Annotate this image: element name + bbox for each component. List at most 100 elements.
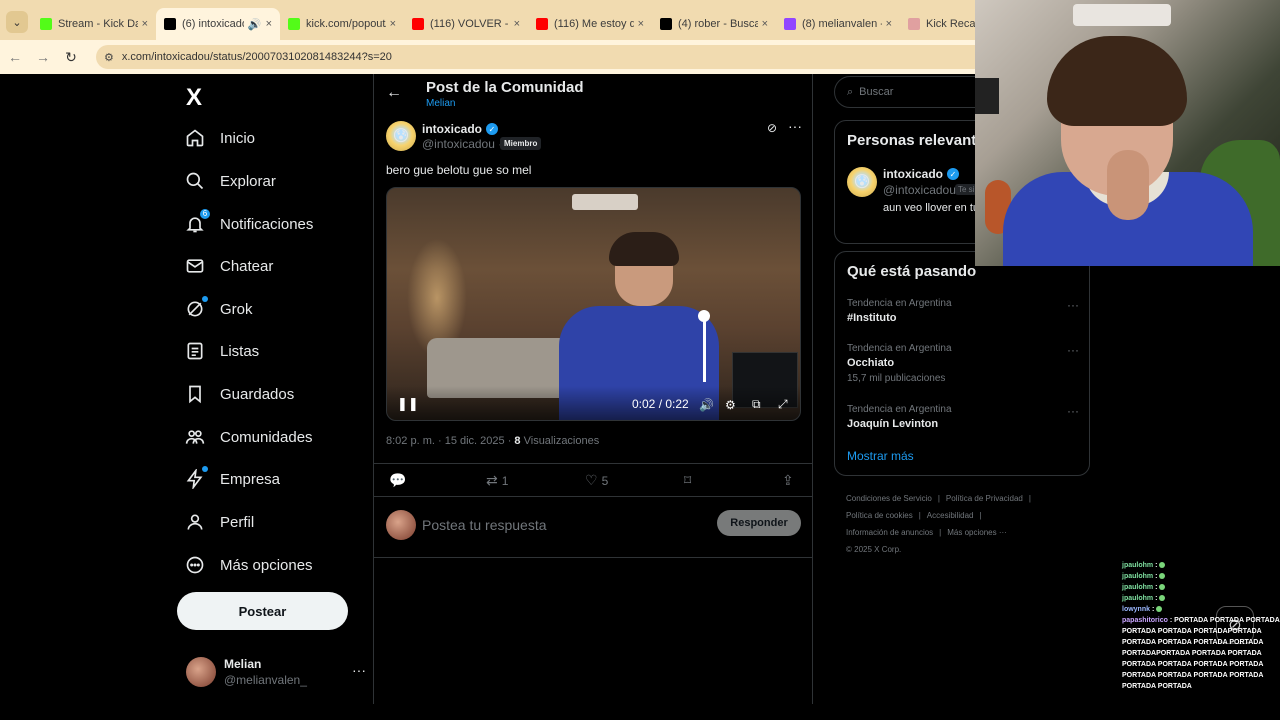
- relevant-user-name[interactable]: intoxicado ✓: [883, 167, 960, 181]
- close-icon[interactable]: ×: [762, 18, 768, 30]
- footer-link[interactable]: Política de cookies: [846, 511, 913, 520]
- reply-submit-button[interactable]: Responder: [717, 510, 801, 536]
- back-arrow-icon[interactable]: ←: [386, 84, 402, 102]
- card-title: Qué está pasando: [847, 263, 977, 280]
- audio-icon[interactable]: 🔊: [248, 18, 262, 31]
- footer-link[interactable]: Más opciones ···: [947, 528, 1007, 537]
- close-icon[interactable]: ×: [886, 18, 892, 30]
- author-avatar[interactable]: 😰: [847, 167, 877, 197]
- webcam-poster: [975, 78, 999, 114]
- nav-item-inicio[interactable]: Inicio: [184, 120, 255, 156]
- nav-item-comunidades[interactable]: Comunidades: [184, 419, 313, 455]
- post-meta: 8:02 p. m. · 15 dic. 2025 · 8 Visualizac…: [386, 435, 600, 447]
- volume-slider-knob[interactable]: [698, 310, 710, 322]
- more-icon[interactable]: ···: [1067, 343, 1079, 357]
- emote-icon: [1159, 595, 1166, 602]
- trend-item[interactable]: Tendencia en Argentina Joaquín Levinton ··…: [847, 404, 1079, 430]
- volume-slider[interactable]: [703, 312, 706, 382]
- close-icon[interactable]: ×: [142, 18, 148, 30]
- x-logo[interactable]: X: [186, 84, 202, 112]
- share-button[interactable]: ⇪: [782, 472, 794, 489]
- chat-username[interactable]: lowynnk: [1122, 606, 1150, 613]
- show-more-link[interactable]: Mostrar más: [847, 449, 914, 463]
- nav-item-notificaciones[interactable]: 6 Notificaciones: [184, 206, 313, 242]
- chat-username[interactable]: jpaulohm: [1122, 562, 1153, 569]
- member-badge: Miembro: [500, 137, 542, 150]
- browser-tab[interactable]: kick.com/popout/me ×: [280, 8, 404, 40]
- reload-button[interactable]: ↻: [64, 49, 78, 66]
- more-icon[interactable]: ···: [788, 118, 802, 134]
- chat-username[interactable]: jpaulohm: [1122, 595, 1153, 602]
- more-icon[interactable]: ···: [1067, 298, 1079, 312]
- community-link[interactable]: Melian: [426, 98, 455, 109]
- repost-button[interactable]: ⇄ 1: [486, 472, 508, 489]
- chat-message: papashitorico : PORTADA PORTADA PORTADA …: [1122, 617, 1280, 690]
- chat-username[interactable]: jpaulohm: [1122, 573, 1153, 580]
- nav-item-listas[interactable]: Listas: [184, 333, 259, 369]
- author-handle[interactable]: @intoxicadou ·: [422, 137, 502, 151]
- chat-username[interactable]: papashitorico: [1122, 617, 1168, 624]
- forward-button[interactable]: →: [36, 49, 50, 65]
- volume-icon[interactable]: 🔊: [699, 398, 714, 412]
- nav-item-chatear[interactable]: Chatear: [184, 248, 273, 284]
- address-bar[interactable]: ⚙ x.com/intoxicadou/status/2000703102081…: [96, 45, 996, 69]
- trend-item[interactable]: Tendencia en Argentina Occhiato 15,7 mil p…: [847, 343, 1079, 384]
- bookmark-button[interactable]: ⌑: [684, 472, 691, 489]
- nav-item-perfil[interactable]: Perfil: [184, 504, 254, 540]
- nav-item-guardados[interactable]: Guardados: [184, 376, 294, 412]
- post-button[interactable]: Postear: [177, 592, 348, 630]
- close-icon[interactable]: ×: [514, 18, 520, 30]
- view-count: 8: [514, 435, 521, 447]
- home-icon: [184, 127, 206, 149]
- footer-link[interactable]: © 2025 X Corp.: [846, 545, 901, 554]
- nav-item-explorar[interactable]: Explorar: [184, 163, 276, 199]
- bookmark-icon: [184, 383, 206, 405]
- footer-link[interactable]: Información de anuncios: [846, 528, 933, 537]
- site-info-icon[interactable]: ⚙: [104, 51, 114, 64]
- more-icon[interactable]: ···: [352, 662, 366, 678]
- popout-icon[interactable]: ⧉: [752, 397, 761, 412]
- more-icon[interactable]: ···: [1067, 404, 1079, 418]
- account-switcher[interactable]: Melian @melianvalen_ ···: [186, 652, 366, 692]
- trend-name: #Instituto: [847, 312, 897, 324]
- browser-tab[interactable]: (116) VOLVER - Tainy ×: [404, 8, 528, 40]
- nav-item-grok[interactable]: Grok: [184, 291, 253, 327]
- post-time[interactable]: 8:02 p. m.: [386, 435, 435, 447]
- chat-username[interactable]: jpaulohm: [1122, 584, 1153, 591]
- footer-link[interactable]: Política de Privacidad: [946, 494, 1023, 503]
- back-button[interactable]: ←: [8, 49, 22, 65]
- relevant-user-name-text: intoxicado: [883, 167, 944, 181]
- reply-button[interactable]: 💬: [389, 472, 410, 489]
- post-date[interactable]: 15 dic. 2025: [445, 435, 505, 447]
- browser-tab[interactable]: (8) melianvalen - Adm ×: [776, 8, 900, 40]
- nav-item-empresa[interactable]: Empresa: [184, 461, 280, 497]
- pause-icon[interactable]: ❚❚: [397, 396, 419, 412]
- relevant-user-handle[interactable]: @intoxicadou: [883, 183, 956, 197]
- author-avatar[interactable]: 😰: [386, 121, 416, 151]
- close-icon[interactable]: ×: [638, 18, 644, 30]
- person-icon: [184, 511, 206, 533]
- settings-icon[interactable]: ⚙: [725, 398, 736, 412]
- author-name[interactable]: intoxicado ✓: [422, 122, 499, 136]
- trend-item[interactable]: Tendencia en Argentina #Instituto ···: [847, 298, 1079, 324]
- author-handle-text: @intoxicadou: [422, 137, 495, 151]
- footer-link[interactable]: Accesibilidad: [927, 511, 974, 520]
- post-detail-column: ← Post de la Comunidad Melian 😰 intoxica…: [373, 74, 813, 720]
- grok-icon[interactable]: ⊘: [767, 121, 777, 135]
- nav-item-m-s-opciones[interactable]: Más opciones: [184, 547, 313, 583]
- browser-tab[interactable]: Stream - Kick Dashbo ×: [32, 8, 156, 40]
- browser-tab[interactable]: (116) Me estoy qued ×: [528, 8, 652, 40]
- favicon-icon: [40, 18, 52, 30]
- reply-input[interactable]: [422, 512, 702, 538]
- browser-tab[interactable]: (4) rober - Buscar / X ×: [652, 8, 776, 40]
- fullscreen-icon[interactable]: ⤢: [778, 397, 788, 412]
- like-count: 5: [601, 473, 609, 488]
- trend-context: Tendencia en Argentina: [847, 404, 952, 415]
- footer-link[interactable]: Condiciones de Servicio: [846, 494, 932, 503]
- browser-tab[interactable]: (6) intoxicado en 🔊 ×: [156, 8, 280, 40]
- close-icon[interactable]: ×: [390, 18, 396, 30]
- video-player[interactable]: ❚❚ 0:02 / 0:22 🔊 ⚙ ⧉ ⤢: [386, 187, 801, 421]
- like-button[interactable]: ♡ 5: [585, 472, 608, 489]
- tab-list-menu-button[interactable]: ⌄: [6, 11, 28, 33]
- close-icon[interactable]: ×: [266, 18, 272, 30]
